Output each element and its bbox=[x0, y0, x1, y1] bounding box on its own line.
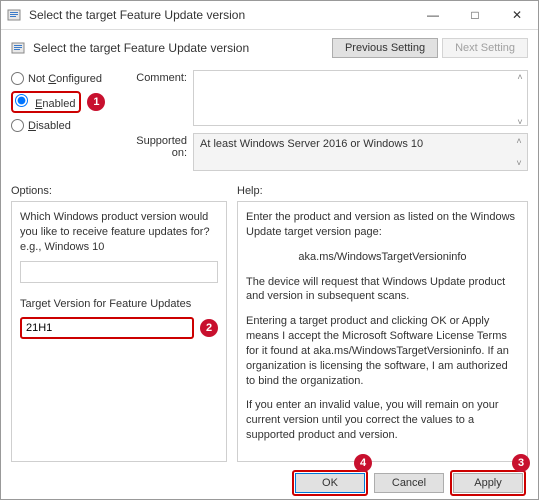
header-row: Select the target Feature Update version… bbox=[1, 30, 538, 66]
option-target-row: 2 bbox=[20, 317, 218, 339]
window-title: Select the target Feature Update version bbox=[29, 8, 412, 22]
nav-buttons: Previous Setting Next Setting bbox=[332, 38, 528, 58]
help-p2: aka.ms/WindowsTargetVersioninfo bbox=[246, 250, 519, 265]
chevron-up-icon[interactable]: ˄ bbox=[514, 72, 526, 82]
callout-4: 4 bbox=[354, 454, 372, 472]
minimize-button[interactable]: — bbox=[412, 1, 454, 29]
ok-wrap: 4 OK bbox=[292, 470, 368, 496]
comment-row: Comment: ˄ ˅ bbox=[121, 70, 528, 129]
help-p1: Enter the product and version as listed … bbox=[246, 210, 519, 240]
option-product-input[interactable] bbox=[20, 261, 218, 283]
chevron-up-icon[interactable]: ˄ bbox=[513, 136, 525, 146]
option-target-input[interactable] bbox=[20, 317, 194, 339]
window-controls: — □ ✕ bbox=[412, 1, 538, 29]
help-p4: Entering a target product and clicking O… bbox=[246, 314, 519, 388]
radio-not-configured-input[interactable] bbox=[11, 72, 24, 85]
previous-setting-button[interactable]: Previous Setting bbox=[332, 38, 438, 58]
radio-enabled[interactable]: Enabled bbox=[11, 91, 81, 113]
help-p3: The device will request that Windows Upd… bbox=[246, 275, 519, 305]
dialog-window: Select the target Feature Update version… bbox=[0, 0, 539, 500]
help-p5: If you enter an invalid value, you will … bbox=[246, 398, 519, 443]
radio-enabled-row: Enabled 1 bbox=[11, 91, 121, 113]
apply-button[interactable]: Apply bbox=[453, 473, 523, 493]
radio-not-configured-label: Not Configured bbox=[28, 73, 102, 85]
help-pane: Enter the product and version as listed … bbox=[237, 201, 528, 462]
state-radios: Not Configured Enabled 1 Disabled bbox=[11, 70, 121, 175]
fields: Comment: ˄ ˅ Supported on: At least Wind… bbox=[121, 70, 528, 175]
option-product-label: Which Windows product version would you … bbox=[20, 210, 218, 255]
policy-icon bbox=[11, 40, 27, 56]
panes: Which Windows product version would you … bbox=[1, 201, 538, 462]
supported-row: Supported on: At least Windows Server 20… bbox=[121, 133, 528, 171]
supported-label: Supported on: bbox=[121, 133, 193, 171]
comment-label: Comment: bbox=[121, 70, 193, 129]
section-labels: Options: Help: bbox=[1, 185, 538, 201]
setting-title: Select the target Feature Update version bbox=[33, 41, 332, 55]
next-setting-button: Next Setting bbox=[442, 38, 528, 58]
chevron-down-icon[interactable]: ˅ bbox=[514, 117, 526, 127]
maximize-button[interactable]: □ bbox=[454, 1, 496, 29]
option-target-label: Target Version for Feature Updates bbox=[20, 297, 218, 312]
cancel-button[interactable]: Cancel bbox=[374, 473, 444, 493]
policy-icon bbox=[7, 7, 23, 23]
radio-disabled-input[interactable] bbox=[11, 119, 24, 132]
help-label: Help: bbox=[237, 185, 263, 197]
comment-input[interactable] bbox=[193, 70, 528, 126]
radio-enabled-input[interactable] bbox=[15, 94, 28, 107]
footer: 4 OK Cancel 3 Apply bbox=[1, 462, 538, 504]
radio-disabled-label: Disabled bbox=[28, 120, 71, 132]
radio-enabled-label: Enabled bbox=[35, 98, 75, 110]
ok-button[interactable]: OK bbox=[295, 473, 365, 493]
callout-2: 2 bbox=[200, 319, 218, 337]
radio-not-configured[interactable]: Not Configured bbox=[11, 72, 121, 85]
titlebar: Select the target Feature Update version… bbox=[1, 1, 538, 30]
help-body: Enter the product and version as listed … bbox=[246, 210, 519, 443]
config-area: Not Configured Enabled 1 Disabled Commen… bbox=[1, 66, 538, 185]
radio-disabled[interactable]: Disabled bbox=[11, 119, 121, 132]
supported-value: At least Windows Server 2016 or Windows … bbox=[200, 138, 423, 150]
options-pane: Which Windows product version would you … bbox=[11, 201, 227, 462]
chevron-down-icon[interactable]: ˅ bbox=[513, 158, 525, 168]
close-button[interactable]: ✕ bbox=[496, 1, 538, 29]
apply-wrap: 3 Apply bbox=[450, 470, 526, 496]
callout-3: 3 bbox=[512, 454, 530, 472]
supported-text: At least Windows Server 2016 or Windows … bbox=[193, 133, 528, 171]
options-label: Options: bbox=[11, 185, 237, 197]
callout-1: 1 bbox=[87, 93, 105, 111]
